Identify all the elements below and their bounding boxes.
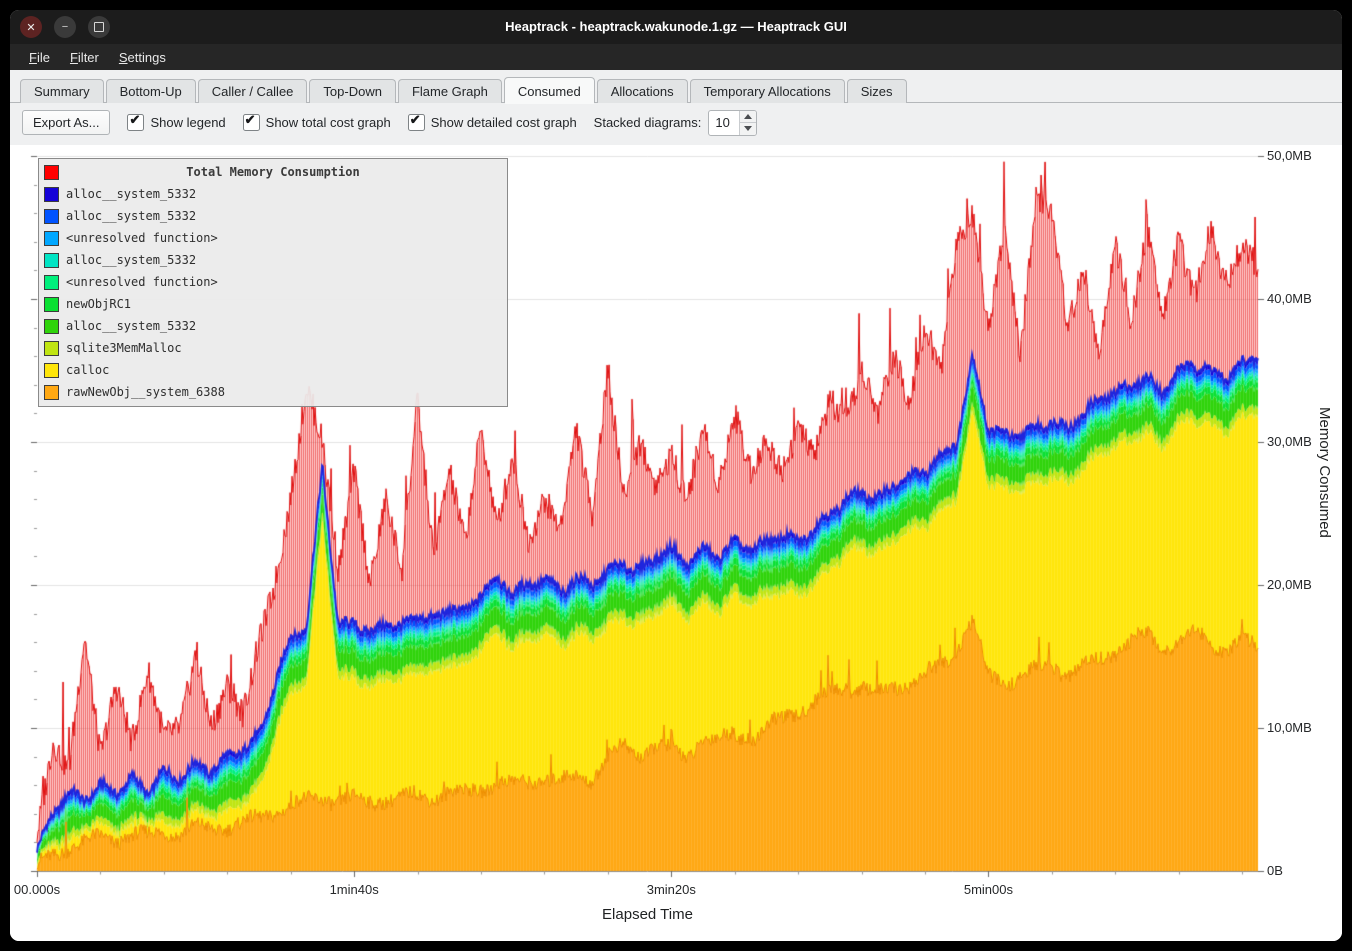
y-tick-label: 10,0MB xyxy=(1267,720,1337,735)
legend-swatch xyxy=(44,231,59,246)
close-icon: ✕ xyxy=(26,21,35,34)
app-window: ✕ − Heaptrack - heaptrack.wakunode.1.gz … xyxy=(10,10,1342,941)
checkbox-label: Show total cost graph xyxy=(266,115,391,130)
tab-flame-graph[interactable]: Flame Graph xyxy=(398,79,502,103)
legend-row: newObjRC1 xyxy=(39,293,507,315)
legend-label: <unresolved function> xyxy=(66,231,218,245)
legend-label: calloc xyxy=(66,363,109,377)
legend-row: sqlite3MemMalloc xyxy=(39,337,507,359)
legend-label: <unresolved function> xyxy=(66,275,218,289)
legend-row: alloc__system_5332 xyxy=(39,315,507,337)
legend-row: alloc__system_5332 xyxy=(39,183,507,205)
chart-legend: Total Memory Consumption alloc__system_53… xyxy=(38,158,508,407)
toolbar-checkboxes: ✔ Show legend ✔ Show total cost graph ✔ Show … xyxy=(127,114,576,131)
menubar: FileFilterSettings xyxy=(10,44,1342,70)
stacked-diagrams-spinbox[interactable]: 10 xyxy=(708,110,757,136)
spin-up-button[interactable] xyxy=(740,111,756,123)
legend-swatch xyxy=(44,363,59,378)
tab-bottom-up[interactable]: Bottom-Up xyxy=(106,79,196,103)
toolbar: Export As... ✔ Show legend ✔ Show total cos… xyxy=(10,103,1342,145)
tab-temporary-allocations[interactable]: Temporary Allocations xyxy=(690,79,845,103)
checkbox-icon: ✔ xyxy=(243,114,260,131)
y-tick-label: 0B xyxy=(1267,863,1337,878)
minimize-icon: − xyxy=(62,21,68,33)
menu-settings[interactable]: Settings xyxy=(110,47,175,68)
y-tick-label: 40,0MB xyxy=(1267,291,1337,306)
legend-swatch xyxy=(44,209,59,224)
checkbox-icon: ✔ xyxy=(408,114,425,131)
legend-label: rawNewObj__system_6388 xyxy=(66,385,225,399)
tab-bar: SummaryBottom-UpCaller / CalleeTop-DownF… xyxy=(10,70,1342,103)
checkbox-show-detailed-cost-graph[interactable]: ✔ Show detailed cost graph xyxy=(408,114,577,131)
legend-label: newObjRC1 xyxy=(66,297,131,311)
tab-consumed[interactable]: Consumed xyxy=(504,77,595,103)
spin-down-button[interactable] xyxy=(740,122,756,135)
legend-swatch xyxy=(44,297,59,312)
legend-row: <unresolved function> xyxy=(39,271,507,293)
window-minimize-button[interactable]: − xyxy=(54,16,76,38)
x-tick-label: 1min40s xyxy=(330,882,379,897)
checkbox-show-total-cost-graph[interactable]: ✔ Show total cost graph xyxy=(243,114,391,131)
legend-swatch xyxy=(44,319,59,334)
checkbox-label: Show detailed cost graph xyxy=(431,115,577,130)
legend-row: calloc xyxy=(39,359,507,381)
titlebar: ✕ − Heaptrack - heaptrack.wakunode.1.gz … xyxy=(10,10,1342,44)
legend-swatch xyxy=(44,385,59,400)
tab-summary[interactable]: Summary xyxy=(20,79,104,103)
y-tick-label: 50,0MB xyxy=(1267,148,1337,163)
x-tick-label: 5min00s xyxy=(964,882,1013,897)
legend-label: sqlite3MemMalloc xyxy=(66,341,182,355)
spin-buttons xyxy=(739,111,756,135)
x-tick-label: 00.000s xyxy=(14,882,60,897)
legend-swatch xyxy=(44,275,59,290)
legend-row: rawNewObj__system_6388 xyxy=(39,381,507,403)
tab-sizes[interactable]: Sizes xyxy=(847,79,907,103)
window-controls: ✕ − xyxy=(20,16,110,38)
legend-swatch xyxy=(44,187,59,202)
window-title: Heaptrack - heaptrack.wakunode.1.gz — He… xyxy=(10,10,1342,44)
stacked-diagrams-value: 10 xyxy=(709,111,739,135)
checkbox-icon: ✔ xyxy=(127,114,144,131)
y-axis-title: Memory Consumed xyxy=(1316,407,1333,637)
legend-label: alloc__system_5332 xyxy=(66,187,196,201)
tab-allocations[interactable]: Allocations xyxy=(597,79,688,103)
legend-swatch xyxy=(44,341,59,356)
export-as-button[interactable]: Export As... xyxy=(22,110,110,135)
legend-row: alloc__system_5332 xyxy=(39,205,507,227)
menu-filter[interactable]: Filter xyxy=(61,47,108,68)
stacked-diagrams-control: Stacked diagrams: 10 xyxy=(594,110,758,136)
x-tick-label: 3min20s xyxy=(647,882,696,897)
checkbox-show-legend[interactable]: ✔ Show legend xyxy=(127,114,225,131)
stacked-diagrams-label: Stacked diagrams: xyxy=(594,115,702,130)
tab-caller-callee[interactable]: Caller / Callee xyxy=(198,79,308,103)
legend-row: <unresolved function> xyxy=(39,227,507,249)
legend-label: alloc__system_5332 xyxy=(66,253,196,267)
spin-down-icon xyxy=(744,126,752,131)
window-maximize-button[interactable] xyxy=(88,16,110,38)
maximize-icon xyxy=(94,22,104,32)
legend-label: alloc__system_5332 xyxy=(66,319,196,333)
legend-title-row: Total Memory Consumption xyxy=(39,161,507,183)
x-axis-title: Elapsed Time xyxy=(37,906,1258,923)
menu-file[interactable]: File xyxy=(20,47,59,68)
spin-up-icon xyxy=(744,114,752,119)
legend-swatch xyxy=(44,253,59,268)
chart-area: Total Memory Consumption alloc__system_53… xyxy=(10,145,1342,941)
checkbox-label: Show legend xyxy=(150,115,225,130)
tab-top-down[interactable]: Top-Down xyxy=(309,79,396,103)
window-close-button[interactable]: ✕ xyxy=(20,16,42,38)
legend-label: alloc__system_5332 xyxy=(66,209,196,223)
legend-row: alloc__system_5332 xyxy=(39,249,507,271)
